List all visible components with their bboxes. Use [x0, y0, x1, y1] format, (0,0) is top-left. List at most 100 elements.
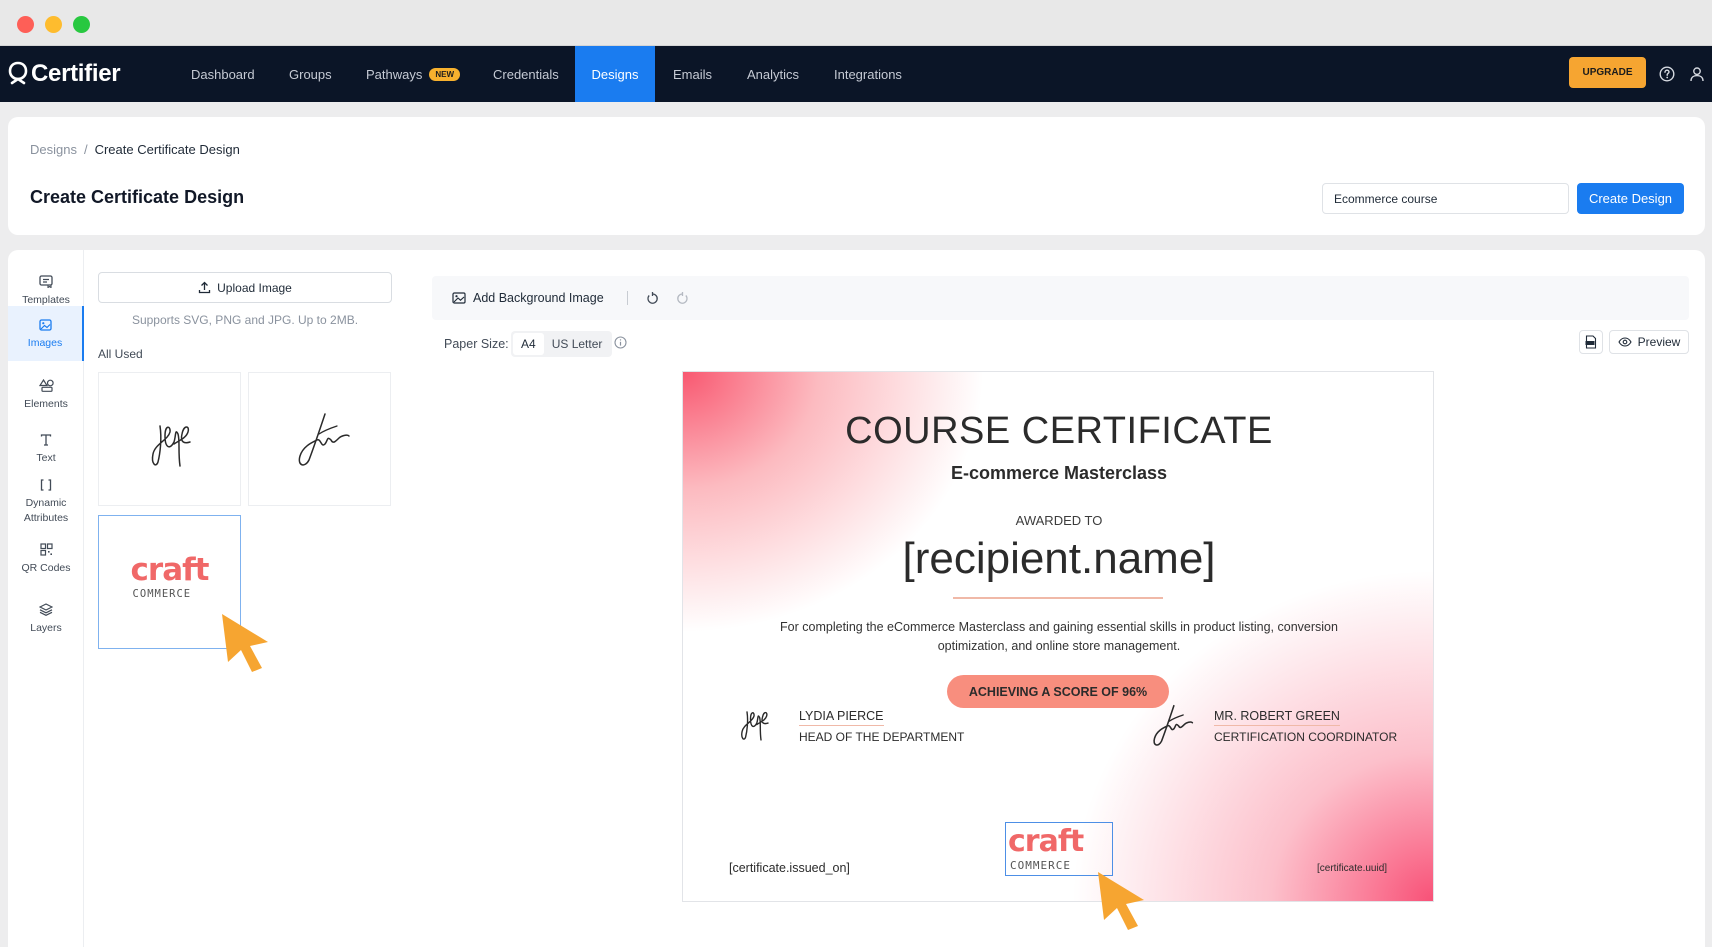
nav-groups[interactable]: Groups: [289, 46, 332, 102]
nav-pathways-label: Pathways: [366, 66, 423, 82]
info-icon[interactable]: [614, 336, 627, 352]
signature-thumbnail-1[interactable]: [98, 372, 241, 506]
page-header: Designs / Create Certificate Design Create…: [8, 117, 1705, 235]
add-background-image-button[interactable]: Add Background Image: [452, 276, 604, 320]
pointer-cursor-icon: [1098, 872, 1144, 930]
nav-integrations[interactable]: Integrations: [834, 46, 902, 102]
close-window-button[interactable]: [17, 16, 34, 33]
preview-button[interactable]: Preview: [1609, 330, 1689, 354]
breadcrumb-current: Create Certificate Design: [94, 142, 240, 157]
certificate-canvas[interactable]: COURSE CERTIFICATE E-commerce Masterclas…: [682, 371, 1434, 902]
layers-icon: [39, 601, 53, 619]
tool-text[interactable]: Text: [8, 424, 84, 472]
nav-designs[interactable]: Designs: [575, 46, 655, 102]
create-design-button[interactable]: Create Design: [1577, 183, 1684, 214]
maximize-window-button[interactable]: [73, 16, 90, 33]
certifier-logo-icon: [8, 61, 28, 85]
signatory-left-role[interactable]: HEAD OF THE DEPARTMENT: [799, 730, 964, 744]
signatory-left-name[interactable]: LYDIA PIERCE: [799, 709, 884, 726]
tool-dynamic-attributes-label: Dynamic Attributes: [23, 497, 69, 524]
text-icon: [40, 431, 52, 449]
user-icon[interactable]: [1686, 63, 1708, 85]
images-panel: Upload Image Supports SVG, PNG and JPG. …: [84, 250, 404, 947]
paper-size-a4[interactable]: A4: [513, 333, 544, 355]
download-pdf-button[interactable]: [1579, 330, 1603, 354]
certificate-logo-selected[interactable]: craft COMMERCE: [1005, 822, 1113, 876]
tool-rail: Templates Images Elements Text Dynamic A…: [8, 250, 84, 947]
signature-image: [151, 425, 191, 467]
tool-elements[interactable]: Elements: [8, 370, 84, 418]
nav-analytics[interactable]: Analytics: [747, 46, 799, 102]
undo-icon[interactable]: [643, 289, 661, 307]
logo-commerce-text: COMMERCE: [132, 587, 192, 600]
paper-size-us-letter[interactable]: US Letter: [544, 333, 611, 355]
image-icon: [38, 316, 52, 334]
nav-pathways[interactable]: Pathways NEW: [366, 46, 461, 102]
preview-label: Preview: [1637, 335, 1681, 349]
logo-craft-text: craft: [130, 551, 210, 588]
certificate-subtitle[interactable]: E-commerce Masterclass: [683, 463, 1433, 484]
upload-hint: Supports SVG, PNG and JPG. Up to 2MB.: [131, 313, 359, 327]
redo-icon[interactable]: [673, 289, 691, 307]
certifier-logo[interactable]: Certifier: [8, 56, 121, 92]
page-title: Create Certificate Design: [30, 187, 245, 207]
cert-logo-craft-text: craft: [1008, 824, 1084, 859]
image-icon: [452, 292, 466, 304]
paper-size-toggle: A4 US Letter: [511, 331, 613, 357]
certificate-description[interactable]: For completing the eCommerce Masterclass…: [763, 618, 1355, 656]
signature-left-image[interactable]: [733, 695, 775, 747]
nav-dashboard[interactable]: Dashboard: [191, 46, 255, 102]
tool-qr-codes[interactable]: QR Codes: [8, 534, 84, 582]
awarded-to-label[interactable]: AWARDED TO: [683, 513, 1433, 528]
signature-image: [298, 413, 350, 466]
uuid-placeholder[interactable]: [certificate.uuid]: [1317, 863, 1387, 874]
brackets-icon: [40, 476, 52, 494]
breadcrumb-designs-link[interactable]: Designs: [30, 142, 77, 157]
new-badge: NEW: [429, 67, 461, 81]
templates-icon: [39, 273, 53, 291]
signature-thumbnail-2[interactable]: [248, 372, 391, 506]
canvas-toolbar: Add Background Image: [432, 276, 1689, 320]
name-underline: [953, 597, 1163, 599]
nav-emails[interactable]: Emails: [673, 46, 712, 102]
paper-size-label: Paper Size:: [444, 337, 509, 351]
brand-name: Certifier: [31, 60, 121, 87]
help-icon[interactable]: [1656, 63, 1678, 85]
qr-code-icon: [39, 541, 53, 559]
add-background-label: Add Background Image: [473, 291, 604, 305]
minimize-window-button[interactable]: [45, 16, 62, 33]
all-used-heading: All Used: [98, 347, 143, 361]
tool-dynamic-attributes[interactable]: Dynamic Attributes: [8, 472, 84, 530]
design-editor: Templates Images Elements Text Dynamic A…: [8, 250, 1705, 947]
upload-icon: [198, 281, 211, 294]
tool-layers[interactable]: Layers: [8, 594, 84, 642]
breadcrumb: Designs / Create Certificate Design: [30, 142, 240, 157]
design-name-input[interactable]: [1322, 183, 1569, 214]
tool-images[interactable]: Images: [8, 306, 84, 361]
tool-layers-label: Layers: [30, 621, 62, 634]
breadcrumb-separator: /: [83, 142, 88, 157]
top-navigation: Certifier Dashboard Groups Pathways NEW …: [0, 46, 1712, 102]
nav-credentials[interactable]: Credentials: [493, 46, 559, 102]
pdf-icon: [1585, 335, 1597, 349]
tool-qr-codes-label: QR Codes: [21, 561, 71, 574]
upgrade-button[interactable]: UPGRADE: [1569, 57, 1646, 88]
score-pill[interactable]: ACHIEVING A SCORE OF 96%: [947, 675, 1169, 708]
signatory-right-name[interactable]: MR. ROBERT GREEN: [1214, 709, 1340, 726]
window-titlebar: [0, 0, 1712, 46]
recipient-name-placeholder[interactable]: [recipient.name]: [683, 534, 1433, 584]
upload-image-button[interactable]: Upload Image: [98, 272, 392, 303]
pointer-cursor-icon: [222, 614, 268, 672]
tool-text-label: Text: [36, 451, 56, 464]
craft-commerce-logo: craft COMMERCE: [130, 551, 210, 600]
issued-on-placeholder[interactable]: [certificate.issued_on]: [729, 861, 850, 875]
signature-right-image[interactable]: [1143, 698, 1197, 752]
eye-icon: [1618, 337, 1632, 347]
tool-elements-label: Elements: [24, 397, 68, 410]
upload-image-label: Upload Image: [217, 280, 292, 295]
toolbar-divider: [627, 291, 628, 305]
signatory-right-role[interactable]: CERTIFICATION COORDINATOR: [1214, 730, 1397, 744]
tool-images-label: Images: [27, 337, 63, 349]
certificate-title[interactable]: COURSE CERTIFICATE: [683, 410, 1433, 453]
shapes-icon: [38, 377, 54, 395]
